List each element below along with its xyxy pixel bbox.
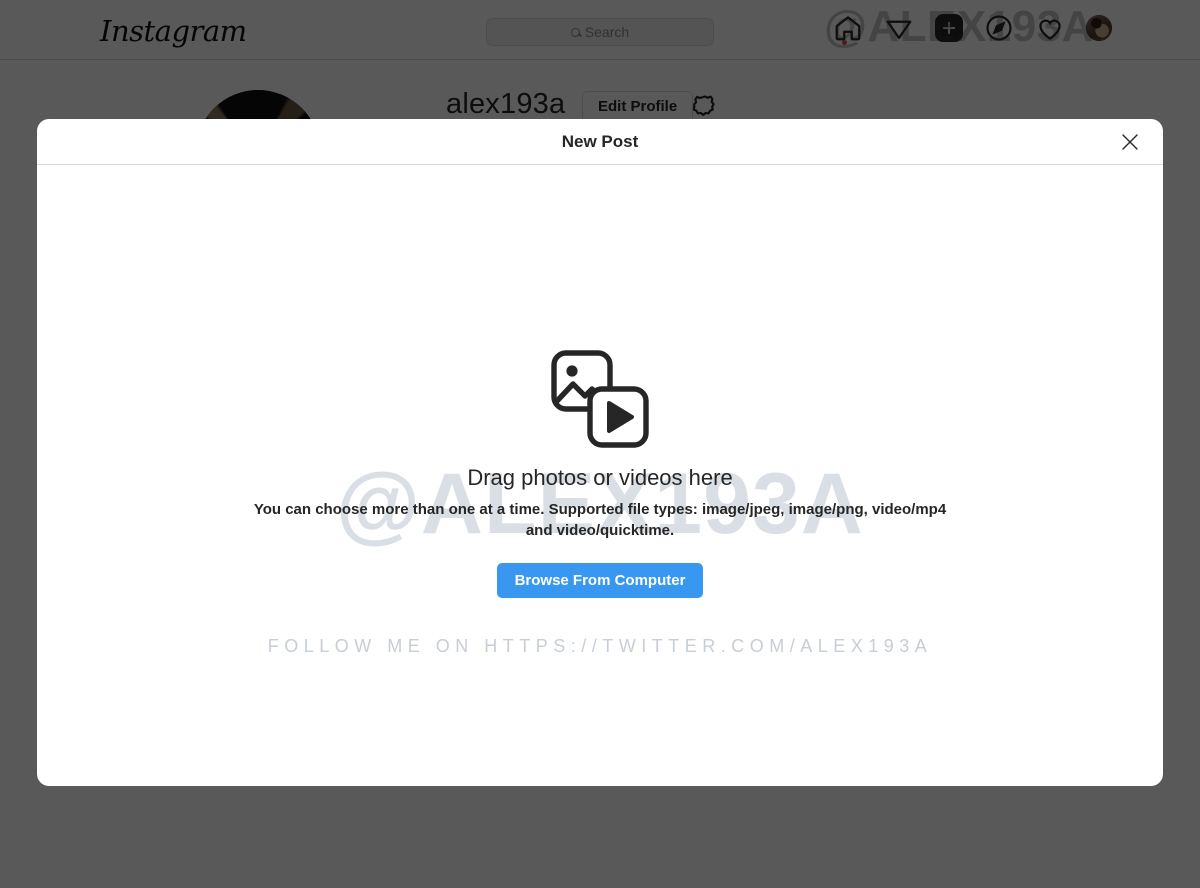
browse-from-computer-button[interactable]: Browse From Computer — [496, 563, 704, 598]
screen-root: Instagram Search — [0, 0, 1200, 888]
new-post-modal: New Post @ALEX193A Drag photos or videos… — [37, 119, 1163, 786]
drop-zone-subtitle: You can choose more than one at a time. … — [253, 501, 947, 539]
close-icon[interactable] — [1115, 127, 1145, 157]
modal-body[interactable]: @ALEX193A Drag photos or videos here You… — [37, 165, 1163, 786]
drop-zone-title: Drag photos or videos here — [467, 465, 733, 490]
modal-title: New Post — [561, 131, 639, 151]
modal-header: New Post — [37, 119, 1163, 165]
follow-me-text: FOLLOW ME ON HTTPS://TWITTER.COM/ALEX193… — [267, 636, 933, 656]
photo-video-icon — [548, 347, 652, 451]
